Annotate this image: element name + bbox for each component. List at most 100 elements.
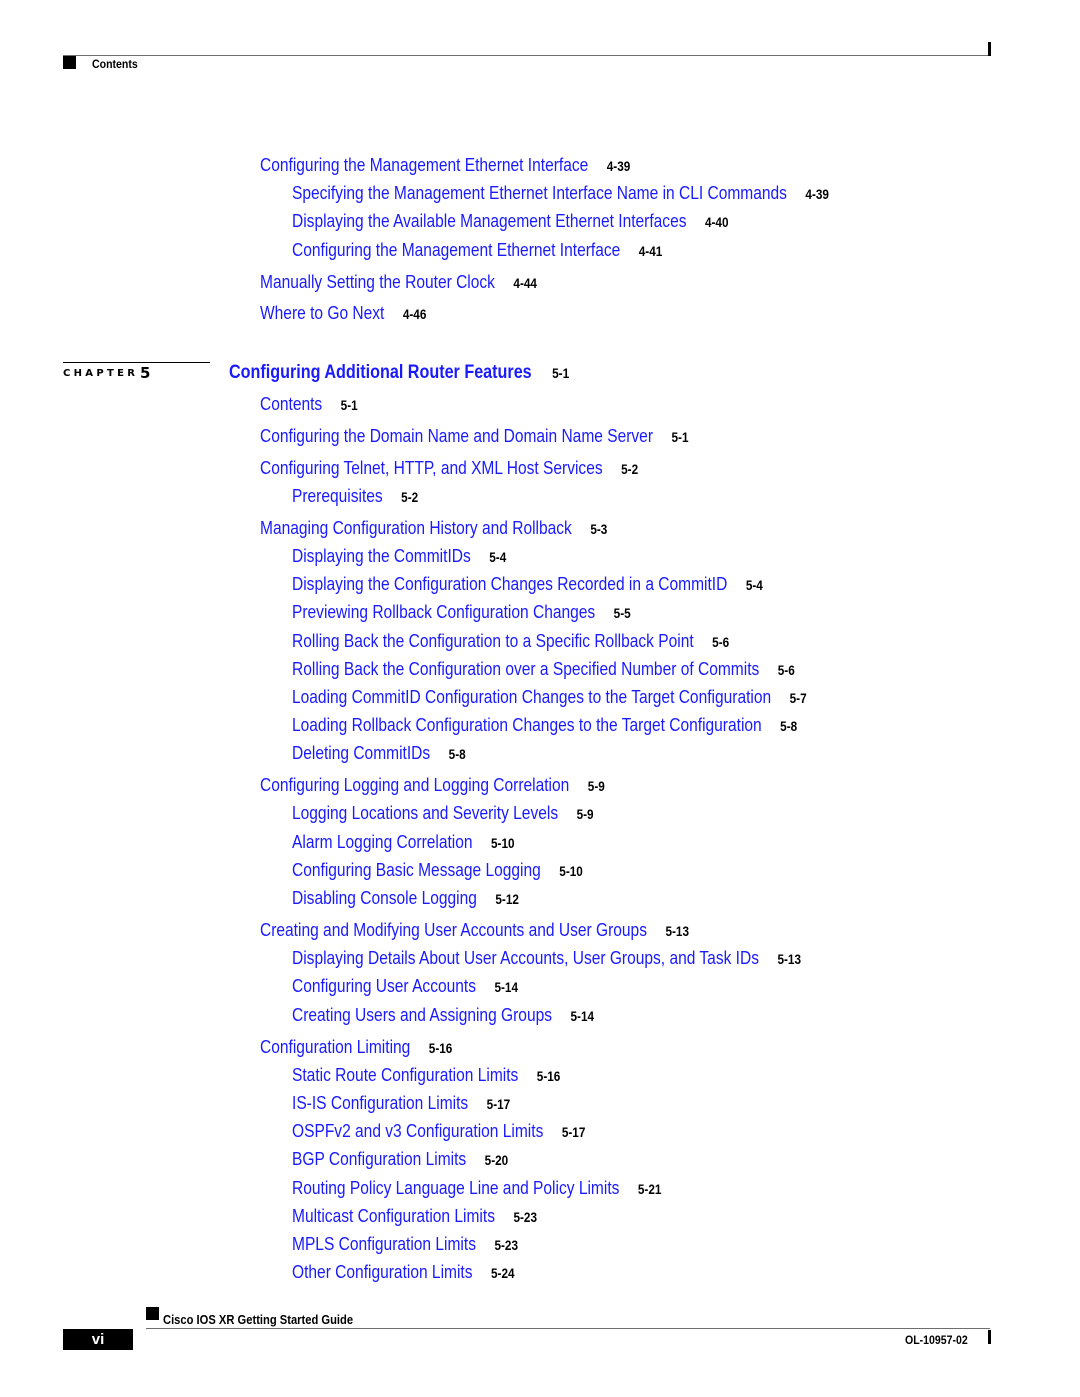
toc-entry-page: 5-8 <box>448 746 466 762</box>
toc-entry[interactable]: Displaying the Available Management Ethe… <box>292 210 729 233</box>
toc-entry-page: 5-16 <box>428 1040 453 1056</box>
toc-entry[interactable]: Managing Configuration History and Rollb… <box>260 517 607 540</box>
toc-entry[interactable]: Loading Rollback Configuration Changes t… <box>292 714 797 737</box>
toc-entry[interactable]: Configuring the Domain Name and Domain N… <box>260 425 688 448</box>
toc-entry-title: Disabling Console Logging <box>292 887 477 908</box>
toc-entry[interactable]: Displaying the CommitIDs 5-4 <box>292 545 506 568</box>
toc-entry[interactable]: Configuring the Management Ethernet Inte… <box>292 239 662 262</box>
toc-entry-page: 5-17 <box>486 1096 511 1112</box>
toc-entry[interactable]: Manually Setting the Router Clock 4-44 <box>260 271 537 294</box>
toc-entry[interactable]: Logging Locations and Severity Levels 5-9 <box>292 802 594 825</box>
toc-entry[interactable]: Configuring User Accounts 5-14 <box>292 975 518 998</box>
toc-entry-page: 5-12 <box>495 891 519 907</box>
toc-entry-page: 5-8 <box>780 718 798 734</box>
toc-entry-page: 4-46 <box>402 306 427 322</box>
footer-rule <box>146 1328 990 1329</box>
toc-entry[interactable]: IS-IS Configuration Limits 5-17 <box>292 1092 510 1115</box>
toc-entry-page: 5-10 <box>559 863 583 879</box>
toc-entry[interactable]: Alarm Logging Correlation 5-10 <box>292 831 515 854</box>
footer-marker <box>146 1307 159 1320</box>
toc-entry-title: Managing Configuration History and Rollb… <box>260 517 572 538</box>
toc-entry-title: Configuring Logging and Logging Correlat… <box>260 774 570 795</box>
toc-entry[interactable]: Displaying the Configuration Changes Rec… <box>292 573 763 596</box>
toc-entry[interactable]: Configuring the Management Ethernet Inte… <box>260 154 630 177</box>
toc-entry-title: Previewing Rollback Configuration Change… <box>292 601 596 622</box>
toc-entry[interactable]: Configuring Logging and Logging Correlat… <box>260 774 605 797</box>
toc-entry-title: Creating and Modifying User Accounts and… <box>260 919 647 940</box>
chapter-title: Configuring Additional Router Features <box>229 362 532 383</box>
toc-entry-title: Loading Rollback Configuration Changes t… <box>292 714 762 735</box>
toc-entry-page: 5-4 <box>745 577 763 593</box>
toc-entry-page: 5-7 <box>789 690 807 706</box>
toc-entry[interactable]: Contents 5-1 <box>260 393 358 416</box>
toc-entry-page: 5-6 <box>777 662 795 678</box>
toc-entry[interactable]: Configuring Basic Message Logging 5-10 <box>292 859 583 882</box>
toc-entry-page: 5-2 <box>621 461 639 477</box>
toc-entry[interactable]: BGP Configuration Limits 5-20 <box>292 1148 508 1171</box>
toc-entry-title: Loading CommitID Configuration Changes t… <box>292 686 772 707</box>
toc-entry-title: Multicast Configuration Limits <box>292 1205 495 1226</box>
toc-entry-page: 4-40 <box>704 214 729 230</box>
toc-entry[interactable]: Displaying Details About User Accounts, … <box>292 947 801 970</box>
toc-entry-page: 5-24 <box>491 1265 515 1281</box>
toc-entry[interactable]: Previewing Rollback Configuration Change… <box>292 601 631 624</box>
toc-entry[interactable]: Other Configuration Limits 5-24 <box>292 1261 515 1284</box>
toc-entry[interactable]: Disabling Console Logging 5-12 <box>292 887 519 910</box>
toc-entry-page: 5-13 <box>777 951 802 967</box>
toc-entry-title: Where to Go Next <box>260 302 385 323</box>
toc-entry-page: 5-17 <box>561 1124 586 1140</box>
header-crop-mark <box>988 42 991 56</box>
toc-entry-title: Configuring the Management Ethernet Inte… <box>292 239 621 260</box>
toc-entry[interactable]: Multicast Configuration Limits 5-23 <box>292 1205 537 1228</box>
chapter-page: 5-1 <box>552 365 570 381</box>
toc-entry-page: 5-20 <box>484 1152 509 1168</box>
toc-entry-title: Configuring User Accounts <box>292 975 476 996</box>
toc-entry-title: MPLS Configuration Limits <box>292 1233 476 1254</box>
chapter-rule <box>63 362 210 363</box>
toc-entry-title: IS-IS Configuration Limits <box>292 1092 469 1113</box>
toc-entry-title: BGP Configuration Limits <box>292 1148 467 1169</box>
toc-entry-page: 5-23 <box>494 1237 518 1253</box>
toc-entry-page: 5-9 <box>576 806 594 822</box>
chapter-title-link[interactable]: Configuring Additional Router Features 5-… <box>229 362 569 384</box>
toc-entry[interactable]: Prerequisites 5-2 <box>292 485 418 508</box>
toc-entry[interactable]: OSPFv2 and v3 Configuration Limits 5-17 <box>292 1120 585 1143</box>
toc-entry[interactable]: Loading CommitID Configuration Changes t… <box>292 686 807 709</box>
toc-entry-page: 5-10 <box>491 835 515 851</box>
toc-entry[interactable]: Rolling Back the Configuration over a Sp… <box>292 658 795 681</box>
footer-doc-number: OL-10957-02 <box>905 1333 968 1347</box>
toc-entry-title: Rolling Back the Configuration over a Sp… <box>292 658 760 679</box>
toc-entry[interactable]: Configuring Telnet, HTTP, and XML Host S… <box>260 457 638 480</box>
toc-entry[interactable]: Specifying the Management Ethernet Inter… <box>292 182 829 205</box>
toc-entry-title: Contents <box>260 393 323 414</box>
toc-entry-page: 5-14 <box>494 979 519 995</box>
toc-entry-page: 5-2 <box>401 489 419 505</box>
footer-crop-mark <box>988 1330 991 1344</box>
toc-entry[interactable]: Where to Go Next 4-46 <box>260 302 426 325</box>
toc-entry-title: Prerequisites <box>292 485 383 506</box>
toc-entry-title: Logging Locations and Severity Levels <box>292 802 559 823</box>
toc-entry-title: Configuration Limiting <box>260 1036 411 1057</box>
toc-entry[interactable]: MPLS Configuration Limits 5-23 <box>292 1233 518 1256</box>
toc-entry[interactable]: Rolling Back the Configuration to a Spec… <box>292 630 729 653</box>
toc-entry-title: Other Configuration Limits <box>292 1261 473 1282</box>
toc-entry-page: 4-41 <box>638 243 663 259</box>
header-marker <box>63 56 76 69</box>
toc-entry[interactable]: Creating and Modifying User Accounts and… <box>260 919 689 942</box>
toc-entry[interactable]: Routing Policy Language Line and Policy … <box>292 1177 661 1200</box>
toc-entry[interactable]: Static Route Configuration Limits 5-16 <box>292 1064 560 1087</box>
toc-entry-page: 5-4 <box>489 549 507 565</box>
toc-entry[interactable]: Deleting CommitIDs 5-8 <box>292 742 466 765</box>
chapter-label: CHAPTER <box>63 368 139 379</box>
toc-entry-title: Alarm Logging Correlation <box>292 831 473 852</box>
chapter-number: 5 <box>140 364 151 382</box>
toc-entry-title: Static Route Configuration Limits <box>292 1064 519 1085</box>
toc-entry-page: 4-39 <box>606 158 631 174</box>
toc-entry[interactable]: Creating Users and Assigning Groups 5-14 <box>292 1004 594 1027</box>
footer-page-number: vi <box>63 1329 133 1350</box>
toc-entry-page: 5-5 <box>613 605 631 621</box>
toc-entry[interactable]: Configuration Limiting 5-16 <box>260 1036 452 1059</box>
toc-entry-title: Rolling Back the Configuration to a Spec… <box>292 630 694 651</box>
toc-entry-title: Displaying the Available Management Ethe… <box>292 210 687 231</box>
toc-entry-title: Deleting CommitIDs <box>292 742 431 763</box>
